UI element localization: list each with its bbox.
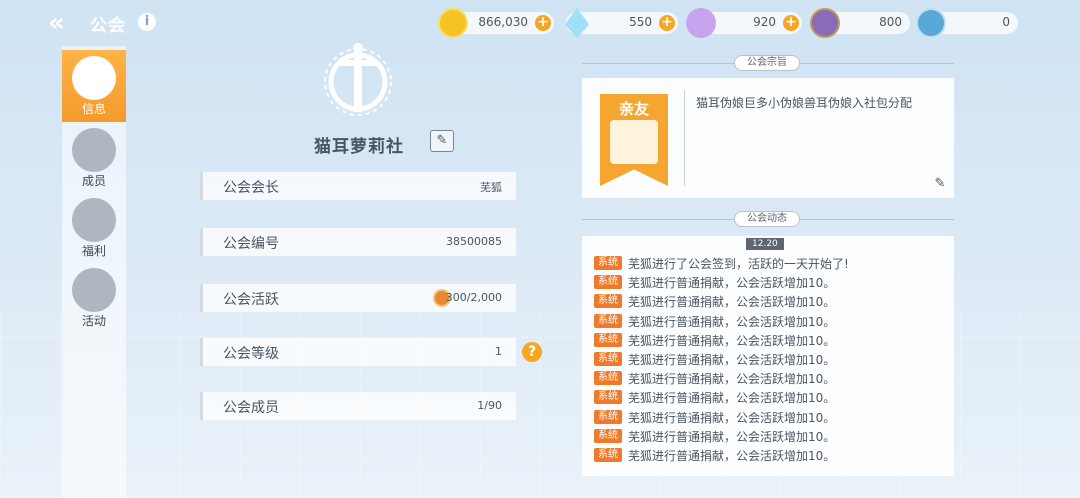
edit-name-button[interactable]: ✎	[430, 130, 454, 152]
info-row-leader: 公会会长 芜狐	[200, 172, 516, 200]
system-badge: 系统	[594, 371, 622, 386]
log-text: 芜狐进行了公会签到，活跃的一天开始了!	[628, 257, 849, 271]
medal-icon	[810, 8, 840, 38]
currency-crystal: 550 +	[565, 8, 678, 38]
motto-panel: 亲友 猫耳伪娘巨多小伪娘兽耳伪娘入社包分配 ✎	[582, 78, 954, 198]
motto-badge: 亲友	[618, 100, 649, 118]
log-panel[interactable]: 12.20 系统 芜狐进行了公会签到，活跃的一天开始了! 系统 芜狐进行普通捐献，公会…	[582, 236, 954, 476]
log-text: 芜狐进行普通捐献，公会活跃增加10。	[628, 429, 836, 444]
add-gold-button[interactable]: +	[535, 15, 551, 31]
system-badge: 系统	[594, 352, 622, 366]
motto-ribbon: 亲友	[600, 94, 668, 186]
currency-gold: 866,030 +	[438, 8, 554, 38]
sidebar: 信息 成员 福利 活动	[62, 46, 126, 498]
level-help-icon[interactable]: ?	[522, 342, 542, 362]
system-badge: 系统	[594, 294, 622, 309]
info-icon[interactable]: i	[138, 13, 156, 31]
info-row-activity: 公会活跃 300/2,000	[200, 284, 516, 312]
gift-icon	[72, 198, 116, 242]
log-text: 芜狐进行普通捐献，公会活跃增加10。	[628, 449, 836, 463]
log-text: 芜狐进行普通捐献，公会活跃增加10。	[628, 333, 836, 348]
gold-coin-icon	[438, 8, 468, 38]
currency-compass: 0	[916, 8, 1018, 38]
page-title: 公会	[90, 16, 126, 36]
back-icon[interactable]: «	[48, 10, 78, 36]
log-header: 公会动态	[734, 211, 800, 227]
edit-motto-button[interactable]: ✎	[928, 174, 952, 196]
log-date: 12.20	[746, 238, 784, 250]
currency-medal: 800	[810, 8, 910, 38]
compass-icon	[916, 8, 946, 38]
shield-icon	[72, 56, 116, 100]
top-bar: « 公会 i 866,030 + 550 + 920 + 800 0	[0, 0, 1080, 46]
system-badge: 系统	[594, 332, 622, 347]
system-badge: 系统	[594, 448, 622, 462]
add-rocket-button[interactable]: +	[783, 15, 799, 31]
log-text: 芜狐进行普通捐献，公会活跃增加10。	[628, 314, 836, 329]
members-icon	[72, 128, 116, 172]
system-badge: 系统	[594, 256, 622, 270]
crystal-icon	[565, 8, 589, 38]
log-text: 芜狐进行普通捐献，公会活跃增加10。	[628, 391, 836, 406]
sidebar-item-info[interactable]: 信息	[62, 50, 126, 122]
info-row-members: 公会成员 1/90	[200, 392, 516, 420]
log-text: 芜狐进行普通捐献，公会活跃增加10。	[628, 295, 836, 310]
rocket-icon	[686, 8, 716, 38]
info-row-level: 公会等级 1	[200, 338, 516, 366]
guild-emblem-icon	[324, 43, 392, 116]
system-badge: 系统	[594, 409, 622, 424]
motto-text: 猫耳伪娘巨多小伪娘兽耳伪娘入社包分配	[696, 96, 913, 110]
motto-header: 公会宗旨	[734, 55, 800, 71]
motto-divider	[684, 90, 685, 186]
system-badge: 系统	[594, 275, 622, 290]
add-crystal-button[interactable]: +	[659, 15, 675, 31]
system-badge: 系统	[594, 313, 622, 328]
guild-name: 猫耳萝莉社	[314, 137, 404, 157]
log-text: 芜狐进行普通捐献，公会活跃增加10。	[628, 410, 836, 425]
sidebar-item-welfare[interactable]: 福利	[62, 192, 126, 264]
system-badge: 系统	[594, 428, 622, 443]
info-row-id: 公会编号 38500085	[200, 228, 516, 256]
friend-icon	[610, 120, 658, 164]
balloon-icon	[72, 268, 116, 312]
currency-rocket: 920 +	[686, 8, 802, 38]
log-text: 芜狐进行普通捐献，公会活跃增加10。	[628, 372, 836, 387]
sidebar-item-activity[interactable]: 活动	[62, 262, 126, 334]
sidebar-item-members[interactable]: 成员	[62, 122, 126, 194]
log-text: 芜狐进行普通捐献，公会活跃增加10。	[628, 353, 836, 367]
log-text: 芜狐进行普通捐献，公会活跃增加10。	[628, 276, 836, 291]
system-badge: 系统	[594, 390, 622, 405]
